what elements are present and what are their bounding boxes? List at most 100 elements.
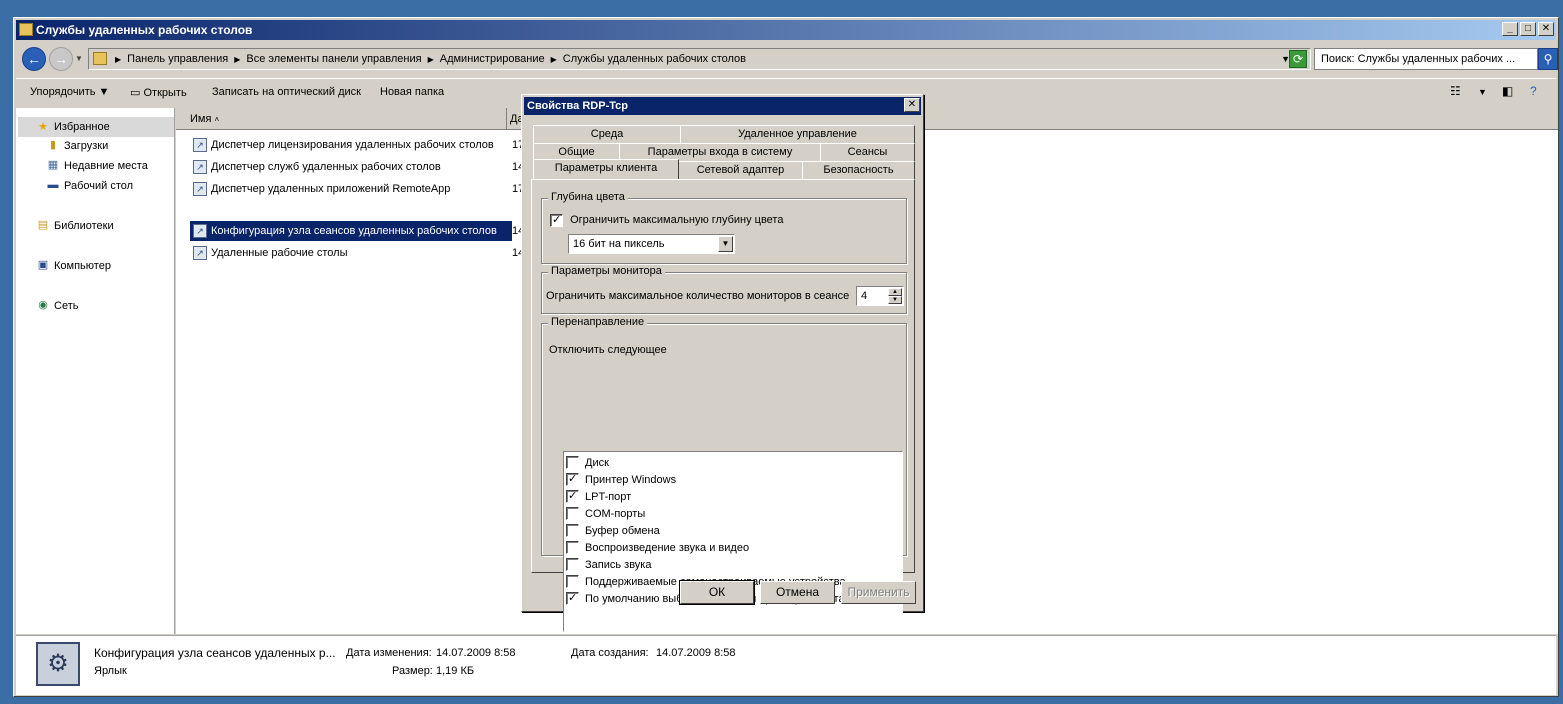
downloads-folder-icon: ▮: [49, 139, 57, 151]
window-title: Службы удаленных рабочих столов: [36, 23, 253, 37]
redirect-item-audio-record[interactable]: Запись звука: [566, 556, 651, 573]
redirect-item-clipboard[interactable]: Буфер обмена: [566, 522, 660, 539]
breadcrumb-root-chevron-icon[interactable]: ▶: [113, 53, 123, 66]
cancel-button[interactable]: Отмена: [760, 581, 835, 604]
com-label: COM-порты: [585, 507, 646, 520]
help-icon[interactable]: ?: [1530, 84, 1537, 98]
breadcrumb-all-items[interactable]: Все элементы панели управления: [246, 53, 421, 66]
chevron-down-icon[interactable]: ▼: [1478, 87, 1487, 97]
redirect-item-drive[interactable]: Диск: [566, 454, 609, 471]
burn-button[interactable]: Записать на оптический диск: [212, 86, 361, 98]
nav-desktop[interactable]: ▬ Рабочий стол: [46, 179, 134, 192]
max-monitors-stepper[interactable]: 4 ▲ ▼: [856, 286, 904, 306]
details-created-value: 14.07.2009 8:58: [656, 647, 736, 659]
shortcut-icon: ↗: [193, 138, 207, 152]
forward-arrow-icon[interactable]: →: [49, 47, 73, 71]
apply-button[interactable]: Применить: [841, 581, 916, 604]
organize-label: Упорядочить: [30, 86, 96, 98]
lpt-checkbox[interactable]: [566, 489, 579, 503]
address-bar[interactable]: ▶ Панель управления ▶ Все элементы панел…: [88, 48, 1311, 70]
list-item-selected[interactable]: ↗ Конфигурация узла сеансов удаленных ра…: [190, 221, 512, 241]
tab-network-adapter[interactable]: Сетевой адаптер: [678, 161, 803, 179]
new-folder-button[interactable]: Новая папка: [380, 86, 444, 98]
chevron-right-icon[interactable]: ▶: [232, 53, 242, 66]
refresh-icon[interactable]: ⟳: [1289, 50, 1307, 68]
audio-video-label: Воспроизведение звука и видео: [585, 541, 750, 554]
maximize-button[interactable]: □: [1520, 22, 1536, 36]
chevron-right-icon[interactable]: ▶: [549, 53, 559, 66]
breadcrumb-administration[interactable]: Администрирование: [440, 53, 545, 66]
windows-printer-checkbox[interactable]: [566, 472, 579, 486]
file-name: Диспетчер лицензирования удаленных рабоч…: [211, 139, 494, 151]
redirect-item-com[interactable]: COM-порты: [566, 505, 645, 522]
redirection-group-title: Перенаправление: [548, 316, 648, 328]
drive-label: Диск: [585, 456, 609, 469]
dialog-close-button[interactable]: ✕: [904, 98, 920, 112]
stepper-up-icon[interactable]: ▲: [888, 288, 902, 296]
breadcrumb-control-panel[interactable]: Панель управления: [127, 53, 228, 66]
details-size-value: 1,19 КБ: [436, 665, 475, 677]
nav-computer[interactable]: ▣ Компьютер: [36, 259, 111, 272]
search-icon[interactable]: ⚲: [1538, 48, 1558, 70]
pnp-checkbox[interactable]: [566, 575, 579, 588]
back-arrow-icon[interactable]: ←: [22, 47, 46, 71]
list-item[interactable]: ↗ Диспетчер лицензирования удаленных раб…: [190, 135, 512, 155]
tab-client-settings[interactable]: Параметры клиента: [533, 159, 679, 179]
stepper-down-icon[interactable]: ▼: [888, 296, 902, 304]
audio-video-checkbox[interactable]: [566, 541, 579, 554]
organize-button[interactable]: Упорядочить ▼: [30, 86, 109, 98]
limit-color-depth-row[interactable]: Ограничить максимальную глубину цвета: [550, 213, 784, 227]
desktop-icon: ▬: [47, 179, 59, 191]
column-name-header[interactable]: Имя ˄: [190, 113, 219, 125]
redirect-item-lpt[interactable]: LPT-порт: [566, 488, 631, 505]
shortcut-icon: ↗: [193, 160, 207, 174]
ok-button[interactable]: ОК: [679, 580, 755, 605]
list-item[interactable]: ↗ Диспетчер служб удаленных рабочих стол…: [190, 157, 512, 177]
list-item[interactable]: ↗ Диспетчер удаленных приложений RemoteA…: [190, 179, 512, 199]
details-file-type: Ярлык: [94, 665, 127, 677]
breadcrumb-rds[interactable]: Службы удаленных рабочих столов: [563, 53, 746, 66]
computer-icon: ▣: [37, 259, 49, 271]
default-printer-checkbox[interactable]: [566, 591, 579, 605]
redirect-item-windows-printer[interactable]: Принтер Windows: [566, 471, 676, 488]
file-name: Диспетчер служб удаленных рабочих столов: [211, 161, 441, 173]
history-dropdown-icon[interactable]: ▼: [75, 54, 83, 63]
open-button[interactable]: ▭ Открыть: [130, 86, 187, 99]
preview-pane-icon[interactable]: ◧: [1502, 84, 1513, 98]
nav-libraries[interactable]: ▤ Библиотеки: [36, 219, 114, 232]
redirection-list: Диск Принтер Windows LPT-порт COM-порты …: [563, 451, 903, 632]
close-button[interactable]: ✕: [1538, 22, 1554, 36]
tab-security[interactable]: Безопасность: [802, 161, 915, 179]
redirect-item-audio-video[interactable]: Воспроизведение звука и видео: [566, 539, 749, 556]
search-input[interactable]: Поиск: Службы удаленных рабочих ...: [1314, 48, 1538, 70]
nav-favorites-label: Избранное: [54, 121, 110, 133]
details-modified-label: Дата изменения:: [346, 647, 432, 659]
tab-environment[interactable]: Среда: [533, 125, 681, 143]
limit-color-depth-label: Ограничить максимальную глубину цвета: [570, 214, 784, 227]
clipboard-checkbox[interactable]: [566, 524, 579, 537]
chevron-right-icon[interactable]: ▶: [426, 53, 436, 66]
sort-up-icon: ˄: [214, 115, 220, 124]
nav-favorites[interactable]: ★ Избранное: [18, 117, 174, 137]
column-name-label: Имя: [190, 113, 212, 125]
minimize-button[interactable]: _: [1502, 22, 1518, 36]
color-depth-value: 16 бит на пиксель: [573, 238, 665, 250]
disable-following-label: Отключить следующее: [549, 344, 667, 356]
list-item[interactable]: ↗ Удаленные рабочие столы: [190, 243, 512, 263]
nav-downloads[interactable]: ▮ Загрузки: [46, 139, 108, 152]
nav-recent[interactable]: ▦ Недавние места: [46, 159, 148, 172]
tab-sessions[interactable]: Сеансы: [820, 143, 915, 161]
chevron-down-icon[interactable]: ▼: [718, 236, 733, 252]
color-depth-select[interactable]: 16 бит на пиксель ▼: [568, 234, 735, 254]
limit-color-depth-checkbox[interactable]: [550, 213, 563, 227]
nav-downloads-label: Загрузки: [64, 139, 109, 152]
column-divider[interactable]: [506, 108, 507, 130]
audio-record-checkbox[interactable]: [566, 558, 579, 571]
view-options-icon[interactable]: ☷: [1450, 84, 1461, 98]
file-name: Удаленные рабочие столы: [211, 247, 348, 259]
nav-network[interactable]: ◉ Сеть: [36, 299, 78, 312]
drive-checkbox[interactable]: [566, 456, 579, 469]
com-checkbox[interactable]: [566, 507, 579, 520]
tab-remote-control[interactable]: Удаленное управление: [680, 125, 915, 143]
open-label: Открыть: [143, 87, 187, 99]
